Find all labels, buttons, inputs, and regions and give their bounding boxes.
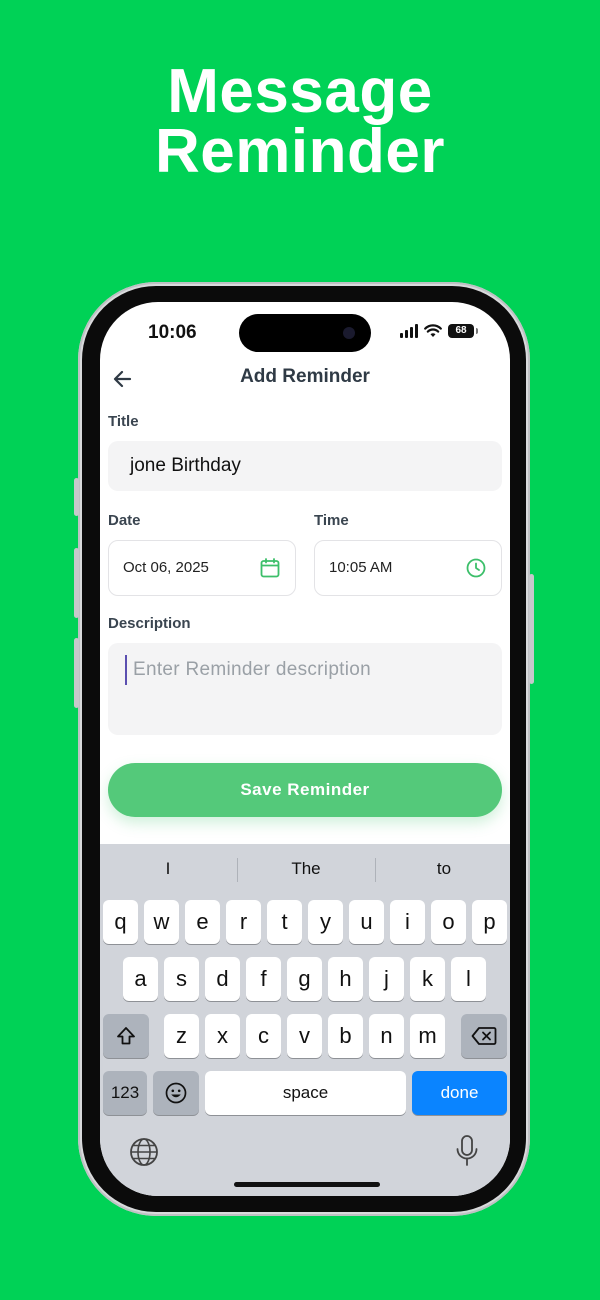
done-key[interactable]: done bbox=[412, 1071, 507, 1115]
space-key[interactable]: space bbox=[205, 1071, 406, 1115]
key-x[interactable]: x bbox=[205, 1014, 240, 1058]
camera-icon bbox=[343, 327, 355, 339]
key-z[interactable]: z bbox=[164, 1014, 199, 1058]
key-w[interactable]: w bbox=[144, 900, 179, 944]
emoji-key[interactable] bbox=[153, 1071, 199, 1115]
promo-title-line1: Message bbox=[167, 57, 433, 126]
key-v[interactable]: v bbox=[287, 1014, 322, 1058]
key-m[interactable]: m bbox=[410, 1014, 445, 1058]
key-t[interactable]: t bbox=[267, 900, 302, 944]
volume-down-button bbox=[74, 638, 79, 708]
title-input[interactable]: jone Birthday bbox=[108, 441, 502, 491]
battery-icon: 68 bbox=[448, 324, 478, 338]
calendar-icon bbox=[260, 558, 280, 578]
promo-title-line2: Reminder bbox=[155, 117, 445, 186]
shift-key[interactable] bbox=[103, 1014, 149, 1058]
phone-screen: 10:06 68 Add Reminder Title jone Birthda… bbox=[100, 302, 510, 1196]
date-label: Date bbox=[108, 512, 141, 529]
microphone-icon[interactable] bbox=[454, 1134, 480, 1170]
key-y[interactable]: y bbox=[308, 900, 343, 944]
power-button bbox=[529, 574, 534, 684]
promo-title: Message Reminder bbox=[0, 57, 600, 186]
key-u[interactable]: u bbox=[349, 900, 384, 944]
cellular-signal-icon bbox=[400, 324, 418, 338]
save-reminder-button[interactable]: Save Reminder bbox=[108, 763, 502, 817]
numbers-key[interactable]: 123 bbox=[103, 1071, 147, 1115]
suggestion-bar: I The to bbox=[100, 844, 510, 894]
page-title: Add Reminder bbox=[240, 366, 370, 387]
backspace-icon bbox=[471, 1027, 497, 1045]
title-label: Title bbox=[108, 413, 139, 430]
suggestion-2[interactable]: The bbox=[238, 844, 374, 894]
clock-icon bbox=[466, 558, 486, 578]
time-label: Time bbox=[314, 512, 349, 529]
key-k[interactable]: k bbox=[410, 957, 445, 1001]
shift-icon bbox=[117, 1027, 135, 1045]
key-e[interactable]: e bbox=[185, 900, 220, 944]
key-g[interactable]: g bbox=[287, 957, 322, 1001]
keyboard: I The to q w e r t y u i o p a s d f g h bbox=[100, 844, 510, 1196]
key-r[interactable]: r bbox=[226, 900, 261, 944]
key-a[interactable]: a bbox=[123, 957, 158, 1001]
key-n[interactable]: n bbox=[369, 1014, 404, 1058]
home-indicator[interactable] bbox=[234, 1182, 380, 1187]
phone-frame: 10:06 68 Add Reminder Title jone Birthda… bbox=[74, 282, 534, 1216]
globe-icon[interactable] bbox=[128, 1136, 160, 1168]
key-d[interactable]: d bbox=[205, 957, 240, 1001]
key-o[interactable]: o bbox=[431, 900, 466, 944]
title-input-value: jone Birthday bbox=[130, 455, 241, 476]
key-l[interactable]: l bbox=[451, 957, 486, 1001]
delete-key[interactable] bbox=[461, 1014, 507, 1058]
date-value: Oct 06, 2025 bbox=[123, 559, 209, 576]
key-p[interactable]: p bbox=[472, 900, 507, 944]
silent-switch bbox=[74, 478, 79, 516]
status-time: 10:06 bbox=[148, 322, 197, 343]
time-value: 10:05 AM bbox=[329, 559, 393, 576]
status-icons: 68 bbox=[400, 324, 478, 338]
time-picker[interactable]: 10:05 AM bbox=[314, 540, 502, 596]
emoji-icon bbox=[165, 1082, 187, 1104]
dynamic-island bbox=[239, 314, 371, 352]
key-b[interactable]: b bbox=[328, 1014, 363, 1058]
description-label: Description bbox=[108, 615, 191, 632]
key-f[interactable]: f bbox=[246, 957, 281, 1001]
date-picker[interactable]: Oct 06, 2025 bbox=[108, 540, 296, 596]
key-i[interactable]: i bbox=[390, 900, 425, 944]
description-placeholder: Enter Reminder description bbox=[133, 659, 372, 680]
key-h[interactable]: h bbox=[328, 957, 363, 1001]
wifi-icon bbox=[424, 324, 442, 337]
suggestion-1[interactable]: I bbox=[100, 844, 236, 894]
volume-up-button bbox=[74, 548, 79, 618]
key-j[interactable]: j bbox=[369, 957, 404, 1001]
key-s[interactable]: s bbox=[164, 957, 199, 1001]
suggestion-3[interactable]: to bbox=[376, 844, 510, 894]
description-input[interactable]: Enter Reminder description bbox=[108, 643, 502, 735]
key-c[interactable]: c bbox=[246, 1014, 281, 1058]
key-q[interactable]: q bbox=[103, 900, 138, 944]
text-cursor bbox=[125, 655, 127, 685]
